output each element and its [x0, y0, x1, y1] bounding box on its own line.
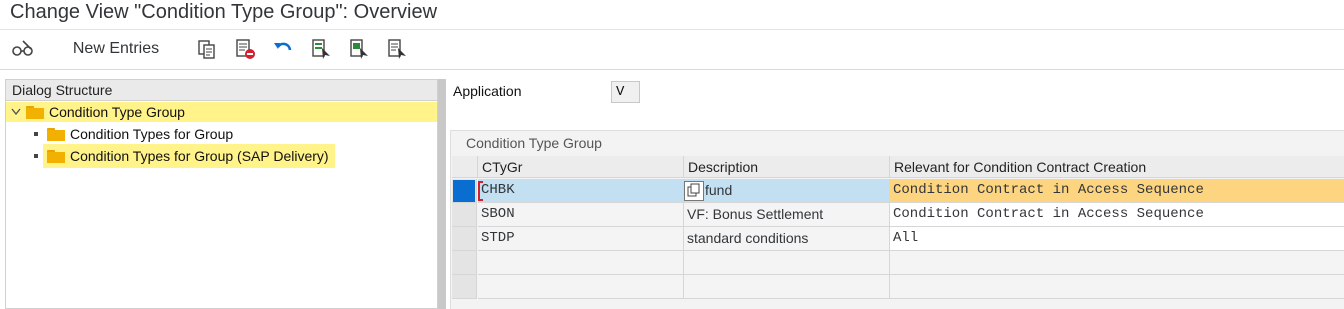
table-cell-description[interactable]: fund [684, 179, 890, 203]
copy-value-icon[interactable] [684, 181, 704, 201]
glasses-icon [12, 40, 33, 56]
row-selector[interactable] [452, 275, 477, 299]
table-cell-relevant[interactable]: Condition Contract in Access Sequence [890, 203, 1344, 227]
folder-open-icon [26, 105, 44, 119]
table-cell-empty[interactable] [684, 275, 890, 299]
row-selector[interactable] [452, 227, 477, 251]
table-cell-relevant[interactable]: Condition Contract in Access Sequence [890, 179, 1344, 203]
table-cell-ctygr[interactable]: SBON [478, 203, 684, 227]
bullet-icon [34, 132, 38, 136]
table-cell-ctygr[interactable]: STDP [478, 227, 684, 251]
row-selector-header[interactable] [452, 156, 478, 178]
table-cell-empty[interactable] [684, 251, 890, 275]
toolbar: New Entries [0, 30, 1344, 70]
table-cell-empty[interactable] [478, 251, 684, 275]
copy-button[interactable] [194, 36, 220, 62]
new-entries-button[interactable]: New Entries [62, 36, 170, 62]
title-bar: Change View "Condition Type Group": Over… [0, 0, 1344, 30]
page-title: Change View "Condition Type Group": Over… [10, 1, 438, 23]
condition-type-group-table: Condition Type Group CTyGr Description R… [450, 130, 1344, 309]
tree-item-label: Condition Types for Group (SAP Delivery) [70, 148, 329, 164]
row-selector[interactable] [452, 251, 477, 275]
application-field[interactable]: V [611, 81, 640, 103]
tree-item-label: Condition Type Group [49, 104, 185, 120]
tree-item-condition-types-for-group[interactable]: Condition Types for Group [34, 124, 233, 144]
table-cell-empty[interactable] [478, 275, 684, 299]
column-header-relevant[interactable]: Relevant for Condition Contract Creation [890, 156, 1344, 178]
table-cell-relevant[interactable]: All [890, 227, 1344, 251]
delete-button[interactable] [232, 36, 258, 62]
row-selector[interactable] [452, 203, 477, 227]
select-block-icon [350, 39, 368, 59]
display-change-button[interactable] [10, 36, 36, 62]
table-cell-ctygr[interactable]: CHBK [478, 179, 684, 203]
column-header-ctygr[interactable]: CTyGr [478, 156, 684, 178]
undo-icon [274, 42, 292, 51]
delete-icon [236, 39, 255, 59]
tree-item-condition-type-group[interactable]: Condition Type Group [6, 102, 437, 122]
column-header-description[interactable]: Description [684, 156, 890, 178]
select-block-button[interactable] [346, 36, 372, 62]
panel-splitter[interactable] [438, 79, 446, 309]
folder-icon [47, 149, 65, 163]
deselect-all-button[interactable] [384, 36, 410, 62]
select-all-icon [312, 39, 330, 59]
copy-icon [198, 40, 215, 59]
table-cell-empty[interactable] [890, 251, 1344, 275]
row-selector[interactable] [452, 179, 477, 203]
table-cell-empty[interactable] [890, 275, 1344, 299]
dialog-structure-header: Dialog Structure [6, 80, 437, 101]
table-cell-description[interactable]: VF: Bonus Settlement [684, 203, 890, 227]
select-all-button[interactable] [308, 36, 334, 62]
dialog-structure-panel: Dialog Structure Condition Type Group Co… [5, 79, 438, 309]
folder-icon [47, 127, 65, 141]
chevron-down-icon[interactable] [6, 108, 26, 116]
application-label: Application [453, 83, 522, 99]
tree-item-condition-types-for-group-sap-delivery[interactable]: Condition Types for Group (SAP Delivery) [34, 144, 335, 168]
tree-item-label: Condition Types for Group [70, 126, 234, 142]
undo-button[interactable] [270, 36, 296, 62]
table-title: Condition Type Group [466, 135, 602, 151]
deselect-all-icon [388, 39, 406, 59]
bullet-icon [34, 154, 38, 158]
table-cell-description[interactable]: standard conditions [684, 227, 890, 251]
